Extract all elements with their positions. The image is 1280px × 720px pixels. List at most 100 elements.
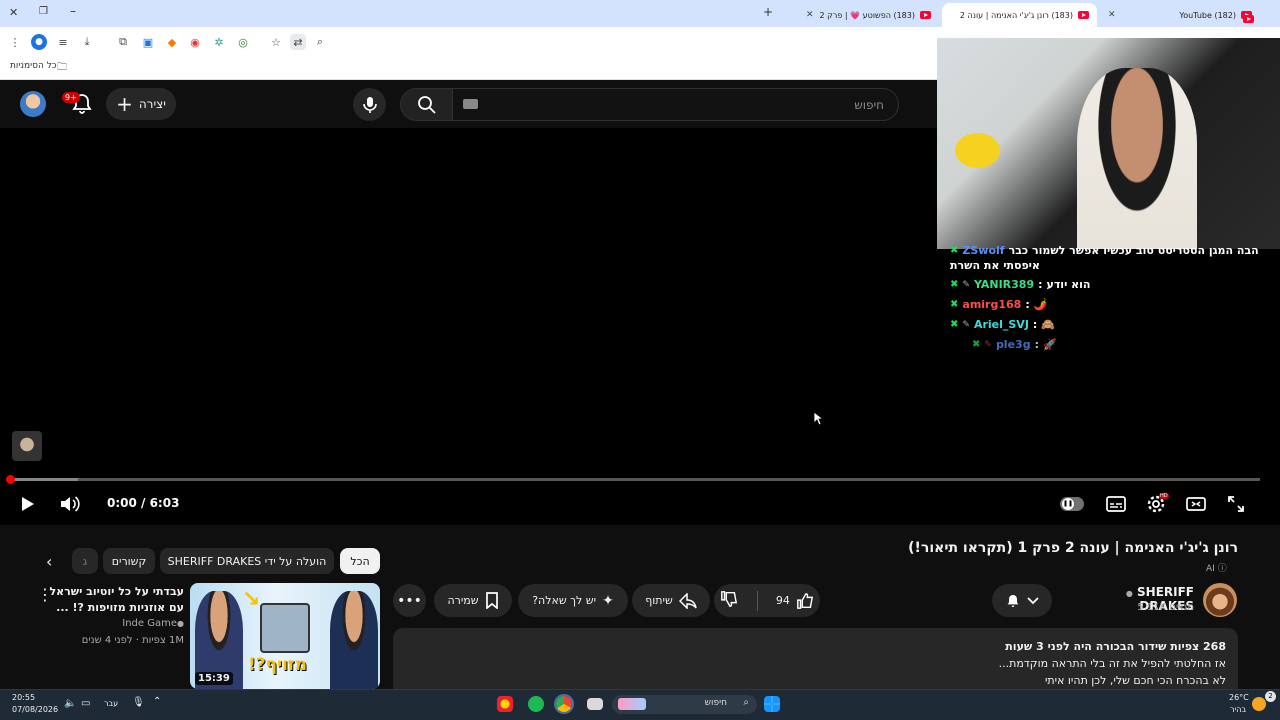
download-icon[interactable]: ⤓ bbox=[79, 34, 95, 50]
taskbar-search[interactable]: חיפוש ⌕ bbox=[612, 695, 757, 714]
translate-icon[interactable]: ⇄ bbox=[290, 34, 306, 50]
tray-chevron-icon[interactable]: ⌃ bbox=[153, 696, 161, 707]
dislike-button[interactable] bbox=[720, 590, 738, 611]
subscribed-notify-button[interactable] bbox=[992, 584, 1052, 617]
scrubber-handle[interactable] bbox=[6, 475, 15, 484]
description-box[interactable]: 268 צפיות שידור הבכורה היה לפני 3 שעות א… bbox=[393, 628, 1238, 698]
voice-search-button[interactable] bbox=[353, 88, 386, 121]
windows-start-icon[interactable] bbox=[764, 696, 780, 712]
bookmark-star-icon[interactable]: ☆ bbox=[268, 34, 284, 50]
recommendation-menu-icon[interactable]: ⋮ bbox=[37, 585, 53, 604]
file-explorer-icon[interactable] bbox=[587, 698, 603, 710]
thumbs-up-icon bbox=[796, 592, 813, 609]
restore-window-icon[interactable]: ❐ bbox=[39, 6, 48, 17]
extension-target-icon[interactable]: ◉ bbox=[187, 34, 203, 50]
search-button[interactable] bbox=[400, 88, 453, 121]
pause-icon: ❚❚ bbox=[1062, 498, 1074, 510]
weather-desc[interactable]: בהיר bbox=[1230, 705, 1246, 714]
app-icon-mic[interactable] bbox=[497, 696, 513, 712]
fullscreen-icon bbox=[1228, 496, 1244, 512]
thumb-person-right bbox=[330, 591, 378, 689]
extension-app-icon[interactable]: ▣ bbox=[140, 34, 156, 50]
theater-mode-icon bbox=[1186, 497, 1206, 511]
minimize-window-icon[interactable]: – bbox=[70, 4, 76, 18]
ai-label[interactable]: AI ⓘ bbox=[1206, 561, 1227, 574]
chip-related[interactable]: קשורים bbox=[103, 548, 155, 574]
chat-line: ✖ ✎ Ariel_SVJ : 🙈 bbox=[950, 318, 1056, 331]
extension-fire-icon[interactable]: ◆ bbox=[164, 34, 180, 50]
recommendation-title[interactable]: עבדתי על כל יוטיוב ישראל עם אוזניות מזוי… bbox=[40, 584, 184, 616]
zoom-icon[interactable]: ⌕ bbox=[312, 34, 328, 50]
chrome-icon[interactable] bbox=[556, 696, 572, 712]
subscriber-count: 5.11K מנויים bbox=[1137, 602, 1194, 613]
fullscreen-button[interactable] bbox=[1224, 492, 1248, 516]
language-indicator[interactable]: עבר bbox=[104, 699, 118, 708]
mic-tray-icon[interactable]: 🎙 bbox=[132, 697, 145, 708]
hd-badge-icon: HD bbox=[1159, 493, 1169, 499]
notification-badge: 2 bbox=[1265, 691, 1276, 702]
weather-temp[interactable]: 26°C bbox=[1229, 693, 1249, 702]
search-icon: ⌕ bbox=[743, 697, 749, 708]
search-highlight-icon bbox=[618, 698, 646, 710]
like-button[interactable]: 94 bbox=[776, 592, 814, 610]
play-button[interactable] bbox=[15, 492, 39, 516]
channel-avatar[interactable] bbox=[1203, 583, 1237, 617]
share-icon bbox=[678, 592, 697, 609]
ask-button[interactable]: ✦ יש לך שאלה? bbox=[518, 584, 628, 617]
chevron-left-icon[interactable]: ‹ bbox=[46, 552, 52, 571]
thumb-center-figure bbox=[260, 603, 310, 653]
bell-icon bbox=[1007, 594, 1019, 607]
theater-mode-button[interactable] bbox=[1184, 492, 1208, 516]
bookmark-icon bbox=[485, 592, 498, 609]
clock-date[interactable]: 07/08/2026 bbox=[12, 705, 58, 714]
browser-tab-bar: ✕ ❐ – + (182) YouTube ✕ (183) רונן ג'יג'… bbox=[0, 0, 1280, 27]
chat-line: ✖ ZSwolf הבה המגן הסטריסט טוב עכשיו אפשר… bbox=[950, 244, 1259, 257]
chat-line: ✖ ✎ ple3g : 🚀 bbox=[972, 338, 1057, 351]
volume-button[interactable] bbox=[58, 492, 82, 516]
weather-sun-icon[interactable] bbox=[1252, 697, 1266, 711]
tab-other-video[interactable]: (183) הפשוטע 💗 | פרק 2 ✕ bbox=[783, 3, 939, 27]
video-progress-bar[interactable] bbox=[6, 475, 1260, 484]
tab-youtube-home[interactable]: (182) YouTube ✕ bbox=[1100, 3, 1260, 27]
reading-list-icon[interactable]: ≡ bbox=[55, 34, 71, 50]
chip-partial[interactable]: ג bbox=[72, 548, 98, 574]
tab-current-video[interactable]: (183) רונן ג'יג'י האנימה | עונה 2 bbox=[942, 3, 1097, 27]
save-button[interactable]: שמירה bbox=[434, 584, 512, 617]
extension-grammar-icon[interactable]: ◎ bbox=[235, 34, 251, 50]
clock-time[interactable]: 20:55 bbox=[12, 693, 35, 702]
subtitles-button[interactable] bbox=[1104, 492, 1128, 516]
keyboard-icon[interactable] bbox=[463, 99, 478, 109]
profile-icon[interactable]: ● bbox=[31, 34, 47, 50]
thumb-text: מזויף?! bbox=[248, 655, 308, 675]
time-display: 0:00 / 6:03 bbox=[107, 496, 180, 510]
folder-icon: 🗀 bbox=[57, 62, 67, 73]
tab-close-icon[interactable]: ✕ bbox=[806, 10, 814, 20]
chevron-down-icon bbox=[1027, 596, 1039, 604]
close-window-icon[interactable]: ✕ bbox=[9, 6, 18, 19]
chat-badge-icon: ✖ bbox=[950, 245, 959, 256]
recommendation-channel[interactable]: Inde Game● bbox=[60, 618, 184, 629]
more-actions-button[interactable]: ••• bbox=[393, 584, 426, 617]
menu-icon[interactable]: ⋮ bbox=[7, 34, 23, 50]
buffer-indicator bbox=[10, 478, 78, 481]
tab-close-icon[interactable]: ✕ bbox=[1108, 10, 1116, 20]
spotify-icon[interactable] bbox=[528, 696, 544, 712]
share-button[interactable]: שיתוף bbox=[632, 584, 710, 617]
extensions-icon[interactable]: ⧉ bbox=[115, 34, 131, 50]
network-icon[interactable]: ▭ bbox=[81, 698, 90, 709]
settings-button[interactable]: HD bbox=[1144, 492, 1169, 516]
extension-star-icon[interactable]: ✲ bbox=[211, 34, 227, 50]
play-icon bbox=[22, 497, 34, 511]
search-input[interactable]: חיפוש bbox=[452, 88, 899, 121]
avatar[interactable] bbox=[20, 91, 46, 117]
all-bookmarks-label[interactable]: כל הסימניות bbox=[10, 61, 57, 71]
create-button[interactable]: יצירה + bbox=[106, 88, 176, 120]
new-tab-icon[interactable]: + bbox=[763, 5, 773, 19]
chip-uploaded-by[interactable]: הועלה על ידי SHERIFF DRAKES bbox=[160, 548, 334, 574]
speaker-icon[interactable]: 🔈 bbox=[64, 698, 76, 709]
recommendation-meta: 1M צפיות · לפני 4 שנים bbox=[81, 635, 184, 646]
chat-line: ✖ ✎ YANIR389 : הוא יודע bbox=[950, 278, 1091, 291]
chip-all[interactable]: הכל bbox=[340, 548, 380, 574]
chat-pencil-icon: ✎ bbox=[962, 279, 970, 290]
autoplay-toggle[interactable]: ❚❚ bbox=[1060, 492, 1084, 516]
